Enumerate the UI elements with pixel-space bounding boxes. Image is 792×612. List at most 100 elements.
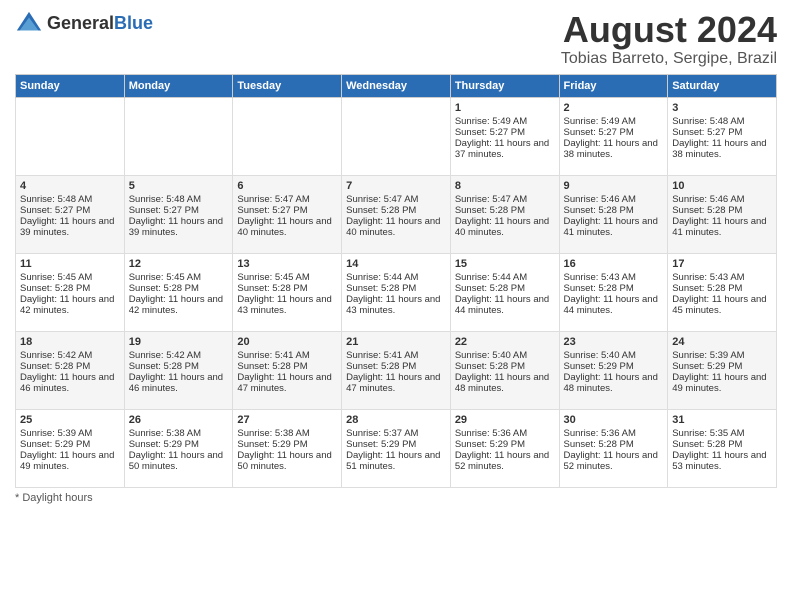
sunset: Sunset: 5:28 PM — [455, 283, 525, 294]
sunrise: Sunrise: 5:46 AM — [672, 194, 744, 205]
sunset: Sunset: 5:27 PM — [129, 205, 199, 216]
sunset: Sunset: 5:28 PM — [20, 283, 90, 294]
sunrise: Sunrise: 5:43 AM — [564, 272, 636, 283]
sunrise: Sunrise: 5:39 AM — [20, 428, 92, 439]
daylight: Daylight: 11 hours and 48 minutes. — [564, 372, 658, 394]
daylight: Daylight: 11 hours and 47 minutes. — [237, 372, 331, 394]
sunset: Sunset: 5:28 PM — [455, 361, 525, 372]
col-saturday: Saturday — [668, 74, 777, 97]
day-number: 27 — [237, 414, 337, 426]
day-number: 8 — [455, 180, 555, 192]
calendar-cell — [233, 97, 342, 175]
sunset: Sunset: 5:28 PM — [564, 205, 634, 216]
col-monday: Monday — [124, 74, 233, 97]
calendar-week-2: 4Sunrise: 5:48 AMSunset: 5:27 PMDaylight… — [16, 175, 777, 253]
day-number: 11 — [20, 258, 120, 270]
calendar-cell — [342, 97, 451, 175]
daylight: Daylight: 11 hours and 45 minutes. — [672, 294, 766, 316]
sunrise: Sunrise: 5:48 AM — [672, 116, 744, 127]
sunset: Sunset: 5:29 PM — [564, 361, 634, 372]
calendar-cell: 29Sunrise: 5:36 AMSunset: 5:29 PMDayligh… — [450, 409, 559, 487]
col-sunday: Sunday — [16, 74, 125, 97]
sunset: Sunset: 5:28 PM — [346, 205, 416, 216]
sunrise: Sunrise: 5:46 AM — [564, 194, 636, 205]
calendar-cell: 28Sunrise: 5:37 AMSunset: 5:29 PMDayligh… — [342, 409, 451, 487]
col-wednesday: Wednesday — [342, 74, 451, 97]
calendar-cell: 17 Sunrise: 5:43 AMSunset: 5:28 PMDayligh… — [668, 253, 777, 331]
daylight: Daylight: 11 hours and 39 minutes. — [129, 216, 223, 238]
day-number: 26 — [129, 414, 229, 426]
sunrise: Sunrise: 5:36 AM — [455, 428, 527, 439]
sunrise: Sunrise: 5:44 AM — [455, 272, 527, 283]
day-number: 19 — [129, 336, 229, 348]
daylight: Daylight: 11 hours and 38 minutes. — [564, 138, 658, 160]
day-number: 17 — [672, 258, 772, 270]
sunrise: Sunrise: 5:42 AM — [20, 350, 92, 361]
calendar-cell: 3Sunrise: 5:48 AMSunset: 5:27 PMDaylight… — [668, 97, 777, 175]
calendar-cell: 27Sunrise: 5:38 AMSunset: 5:29 PMDayligh… — [233, 409, 342, 487]
sunset: Sunset: 5:27 PM — [455, 127, 525, 138]
sunrise: Sunrise: 5:43 AM — [672, 272, 744, 283]
calendar-table: Sunday Monday Tuesday Wednesday Thursday… — [15, 74, 777, 488]
calendar-cell: 11 Sunrise: 5:45 AMSunset: 5:28 PMDayligh… — [16, 253, 125, 331]
calendar-cell: 22Sunrise: 5:40 AMSunset: 5:28 PMDayligh… — [450, 331, 559, 409]
calendar-cell: 16Sunrise: 5:43 AMSunset: 5:28 PMDayligh… — [559, 253, 668, 331]
day-number: 4 — [20, 180, 120, 192]
day-number: 14 — [346, 258, 446, 270]
calendar-cell: 12Sunrise: 5:45 AMSunset: 5:28 PMDayligh… — [124, 253, 233, 331]
calendar-week-3: 11Sunrise: 5:45 AMSunset: 5:28 PMDayligh… — [16, 253, 777, 331]
daylight: Daylight: 11 hours and 47 minutes. — [346, 372, 440, 394]
day-number: 12 — [129, 258, 229, 270]
calendar-cell: 9Sunrise: 5:46 AMSunset: 5:28 PMDaylight… — [559, 175, 668, 253]
day-number: 3 — [672, 102, 772, 114]
sunrise: Sunrise: 5:39 AM — [672, 350, 744, 361]
calendar-cell: 2Sunrise: 5:49 AMSunset: 5:27 PMDaylight… — [559, 97, 668, 175]
calendar-cell: 4Sunrise: 5:48 AMSunset: 5:27 PMDaylight… — [16, 175, 125, 253]
sunrise: Sunrise: 5:41 AM — [346, 350, 418, 361]
daylight: Daylight: 11 hours and 52 minutes. — [564, 450, 658, 472]
footer-note: * Daylight hours — [15, 492, 777, 504]
daylight: Daylight: 11 hours and 51 minutes. — [346, 450, 440, 472]
calendar-cell: 24Sunrise: 5:39 AMSunset: 5:29 PMDayligh… — [668, 331, 777, 409]
daylight: Daylight: 11 hours and 39 minutes. — [20, 216, 114, 238]
logo-text-blue: Blue — [114, 13, 153, 33]
daylight: Daylight: 11 hours and 46 minutes. — [20, 372, 114, 394]
sunset: Sunset: 5:29 PM — [237, 439, 307, 450]
calendar-week-1: 1Sunrise: 5:49 AMSunset: 5:27 PMDaylight… — [16, 97, 777, 175]
sunset: Sunset: 5:27 PM — [237, 205, 307, 216]
title-area: August 2024 Tobias Barreto, Sergipe, Bra… — [561, 10, 777, 68]
sunset: Sunset: 5:28 PM — [237, 283, 307, 294]
calendar-cell — [16, 97, 125, 175]
daylight: Daylight: 11 hours and 49 minutes. — [20, 450, 114, 472]
sunrise: Sunrise: 5:47 AM — [237, 194, 309, 205]
daylight: Daylight: 11 hours and 53 minutes. — [672, 450, 766, 472]
sunrise: Sunrise: 5:36 AM — [564, 428, 636, 439]
calendar-cell: 26 Sunrise: 5:38 AMSunset: 5:29 PMDayligh… — [124, 409, 233, 487]
daylight: Daylight: 11 hours and 42 minutes. — [20, 294, 114, 316]
sunrise: Sunrise: 5:42 AM — [129, 350, 201, 361]
sunset: Sunset: 5:29 PM — [20, 439, 90, 450]
calendar-cell: 23Sunrise: 5:40 AMSunset: 5:29 PMDayligh… — [559, 331, 668, 409]
day-number: 28 — [346, 414, 446, 426]
sunset: Sunset: 5:29 PM — [129, 439, 199, 450]
day-number: 15 — [455, 258, 555, 270]
day-number: 2 — [564, 102, 664, 114]
sunrise: Sunrise: 5:45 AM — [20, 272, 92, 283]
calendar-cell: 19Sunrise: 5:42 AMSunset: 5:28 PMDayligh… — [124, 331, 233, 409]
sunset: Sunset: 5:28 PM — [129, 283, 199, 294]
day-number: 5 — [129, 180, 229, 192]
day-number: 21 — [346, 336, 446, 348]
sunrise: Sunrise: 5:49 AM — [455, 116, 527, 127]
main-title: August 2024 — [561, 10, 777, 50]
sunset: Sunset: 5:28 PM — [672, 283, 742, 294]
day-number: 25 — [20, 414, 120, 426]
day-number: 7 — [346, 180, 446, 192]
sunset: Sunset: 5:28 PM — [455, 205, 525, 216]
daylight: Daylight: 11 hours and 50 minutes. — [129, 450, 223, 472]
calendar-cell: 21Sunrise: 5:41 AMSunset: 5:28 PMDayligh… — [342, 331, 451, 409]
sunset: Sunset: 5:28 PM — [237, 361, 307, 372]
calendar-week-4: 18Sunrise: 5:42 AMSunset: 5:28 PMDayligh… — [16, 331, 777, 409]
calendar-cell: 30Sunrise: 5:36 AMSunset: 5:28 PMDayligh… — [559, 409, 668, 487]
daylight: Daylight: 11 hours and 50 minutes. — [237, 450, 331, 472]
sunrise: Sunrise: 5:38 AM — [129, 428, 201, 439]
